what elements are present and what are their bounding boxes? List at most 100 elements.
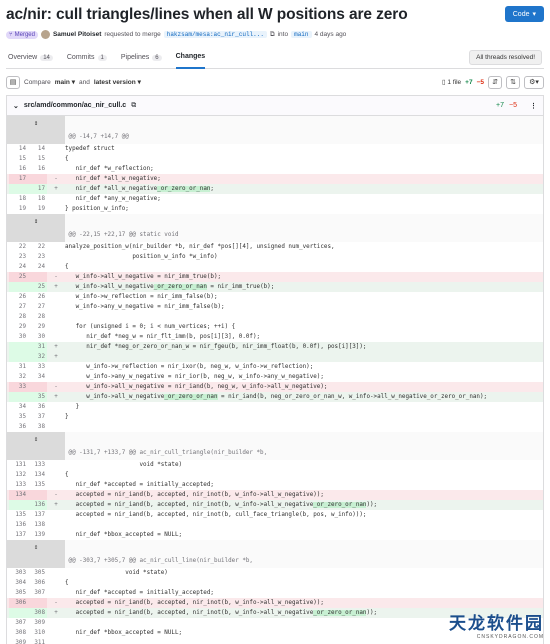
new-line-number[interactable]: 305 — [28, 568, 47, 578]
new-line-number[interactable]: 37 — [28, 412, 47, 422]
sidebar-toggle-icon[interactable]: ▤ — [6, 75, 20, 89]
old-line-number[interactable]: 137 — [9, 530, 28, 540]
old-line-number[interactable] — [9, 500, 28, 510]
author-link[interactable]: Samuel Pitoiset — [53, 31, 101, 38]
old-line-number[interactable]: 33 — [9, 382, 28, 392]
new-line-number[interactable]: 31 — [28, 342, 47, 352]
new-line-number[interactable]: 15 — [28, 154, 47, 164]
old-line-number[interactable]: 132 — [9, 470, 28, 480]
old-line-number[interactable] — [9, 342, 28, 352]
old-line-number[interactable]: 14 — [9, 144, 28, 154]
old-line-number[interactable]: 31 — [9, 362, 28, 372]
old-line-number[interactable]: 307 — [9, 618, 28, 628]
copy-icon[interactable]: ⧉ — [131, 102, 136, 110]
old-line-number[interactable]: 131 — [9, 460, 28, 470]
previous-file-icon[interactable]: ⇵ — [488, 75, 502, 89]
expand-icon[interactable]: ↕ — [7, 116, 65, 130]
old-line-number[interactable]: 27 — [9, 302, 28, 312]
base-version-dropdown[interactable]: main ▾ — [55, 78, 75, 86]
tab-overview[interactable]: Overview 14 — [8, 47, 53, 69]
old-line-number[interactable]: 22 — [9, 242, 28, 252]
target-branch[interactable]: main — [291, 31, 312, 38]
old-line-number[interactable]: 26 — [9, 292, 28, 302]
new-line-number[interactable]: 30 — [28, 332, 47, 342]
old-line-number[interactable]: 306 — [9, 598, 28, 608]
old-line-number[interactable]: 136 — [9, 520, 28, 530]
head-version-dropdown[interactable]: latest version ▾ — [94, 78, 141, 86]
new-line-number[interactable] — [28, 174, 47, 184]
new-line-number[interactable]: 309 — [28, 618, 47, 628]
copy-icon[interactable]: ⧉ — [270, 31, 275, 39]
new-line-number[interactable]: 38 — [28, 422, 47, 432]
old-line-number[interactable]: 16 — [9, 164, 28, 174]
old-line-number[interactable]: 25 — [9, 272, 28, 282]
old-line-number[interactable]: 35 — [9, 412, 28, 422]
new-line-number[interactable] — [28, 272, 47, 282]
new-line-number[interactable]: 18 — [28, 194, 47, 204]
old-line-number[interactable]: 19 — [9, 204, 28, 214]
old-line-number[interactable]: 303 — [9, 568, 28, 578]
new-line-number[interactable]: 26 — [28, 292, 47, 302]
new-line-number[interactable]: 135 — [28, 480, 47, 490]
new-line-number[interactable]: 19 — [28, 204, 47, 214]
new-line-number[interactable]: 137 — [28, 510, 47, 520]
new-line-number[interactable]: 308 — [28, 608, 47, 618]
old-line-number[interactable]: 304 — [9, 578, 28, 588]
old-line-number[interactable]: 28 — [9, 312, 28, 322]
new-line-number[interactable]: 29 — [28, 322, 47, 332]
new-line-number[interactable]: 310 — [28, 628, 47, 638]
old-line-number[interactable]: 134 — [9, 490, 28, 500]
old-line-number[interactable] — [9, 352, 28, 362]
new-line-number[interactable]: 134 — [28, 470, 47, 480]
new-line-number[interactable]: 17 — [28, 184, 47, 194]
expand-icon[interactable]: ↕ — [7, 214, 65, 228]
more-vertical-icon[interactable]: ⋮ — [530, 102, 537, 110]
new-line-number[interactable]: 24 — [28, 262, 47, 272]
chevron-down-icon[interactable]: ⌄ — [13, 102, 19, 110]
new-line-number[interactable]: 136 — [28, 500, 47, 510]
new-line-number[interactable]: 23 — [28, 252, 47, 262]
file-path[interactable]: src/amd/common/ac_nir_cull.c — [24, 102, 126, 109]
expand-icon[interactable]: ⇕ — [7, 540, 65, 554]
old-line-number[interactable]: 135 — [9, 510, 28, 520]
source-branch[interactable]: hakzsam/mesa:ac_nir_cull... — [163, 31, 267, 38]
new-line-number[interactable]: 307 — [28, 588, 47, 598]
new-line-number[interactable] — [28, 598, 47, 608]
old-line-number[interactable]: 24 — [9, 262, 28, 272]
old-line-number[interactable]: 309 — [9, 638, 28, 644]
old-line-number[interactable]: 34 — [9, 402, 28, 412]
old-line-number[interactable]: 15 — [9, 154, 28, 164]
new-line-number[interactable]: 133 — [28, 460, 47, 470]
new-line-number[interactable]: 311 — [28, 638, 47, 644]
new-line-number[interactable]: 32 — [28, 352, 47, 362]
old-line-number[interactable] — [9, 184, 28, 194]
old-line-number[interactable]: 30 — [9, 332, 28, 342]
new-line-number[interactable]: 139 — [28, 530, 47, 540]
new-line-number[interactable] — [28, 490, 47, 500]
new-line-number[interactable]: 28 — [28, 312, 47, 322]
old-line-number[interactable]: 18 — [9, 194, 28, 204]
old-line-number[interactable]: 133 — [9, 480, 28, 490]
old-line-number[interactable]: 17 — [9, 174, 28, 184]
old-line-number[interactable]: 308 — [9, 628, 28, 638]
new-line-number[interactable]: 34 — [28, 372, 47, 382]
file-count[interactable]: ▯ 1 file — [442, 78, 461, 86]
old-line-number[interactable] — [9, 282, 28, 292]
next-file-icon[interactable]: ⇅ — [506, 75, 520, 89]
new-line-number[interactable]: 22 — [28, 242, 47, 252]
old-line-number[interactable]: 32 — [9, 372, 28, 382]
old-line-number[interactable]: 29 — [9, 322, 28, 332]
new-line-number[interactable]: 306 — [28, 578, 47, 588]
new-line-number[interactable]: 138 — [28, 520, 47, 530]
new-line-number[interactable]: 35 — [28, 392, 47, 402]
new-line-number[interactable]: 27 — [28, 302, 47, 312]
old-line-number[interactable] — [9, 608, 28, 618]
settings-icon[interactable]: ⚙▾ — [524, 75, 544, 89]
tab-pipelines[interactable]: Pipelines 6 — [121, 47, 162, 69]
tab-changes[interactable]: Changes — [175, 47, 206, 69]
expand-icon[interactable]: ⇕ — [7, 432, 65, 446]
new-line-number[interactable] — [28, 382, 47, 392]
new-line-number[interactable]: 16 — [28, 164, 47, 174]
old-line-number[interactable] — [9, 392, 28, 402]
new-line-number[interactable]: 14 — [28, 144, 47, 154]
